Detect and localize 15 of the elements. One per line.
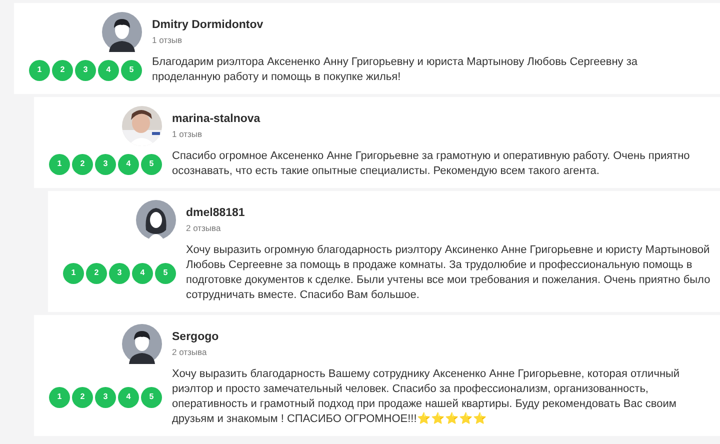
- avatar-icon: [136, 200, 176, 240]
- author-name[interactable]: dmel88181: [186, 205, 712, 222]
- review-text: Благодарим риэлтора Аксененко Анну Григорьевну и юриста Мартынову Любовь Сергеевну за проделанную работу и помощь в покупке жилья!: [152, 55, 639, 85]
- review-count: 2 отзыва: [172, 346, 208, 359]
- review-count: 1 отзыв: [172, 128, 204, 141]
- author-name[interactable]: Dmitry Dormidontov: [152, 17, 712, 34]
- review-count: 1 отзыв: [152, 34, 184, 47]
- avatar-icon: [102, 12, 142, 52]
- author-name[interactable]: marina-stalnova: [172, 111, 712, 128]
- review-text: Спасибо огромное Аксененко Анне Григорьевне за грамотную и оперативную работу. Очень приятно осознавать, что есть такие опытные специалисты. Рекомендую всем такого агента.: [172, 149, 691, 179]
- review-text: Хочу выразить благодарность Вашему сотруднику Аксененко Анне Григорьевне, которая отличный риэлтор и просто замечательный человек. Спасибо за профессионализм, организованность, оперативность и грамотный подход при продаже нашей квартиры. Буду рекомендовать Вас своим друзьям и знакомым ! СПАСИБО ОГРОМНОЕ!!!⭐⭐⭐⭐⭐: [172, 367, 681, 427]
- review-count: 2 отзыва: [186, 222, 222, 235]
- author-name[interactable]: Sergogo: [172, 329, 712, 346]
- review-text: Хочу выразить огромную благодарность риэлтору Аксиненко Анне Григорьевне и юристу Мартыновой Любовь Сергеевне за помощь в продаже комнаты. За трудолюбие и профессиональную помощь в подготовке документов к сделке. Были учтены все мои требования и пожелания. Очень приятно было сотрудничать вместе. Спасибо Вам большое.: [186, 243, 712, 303]
- avatar-icon: [122, 324, 162, 364]
